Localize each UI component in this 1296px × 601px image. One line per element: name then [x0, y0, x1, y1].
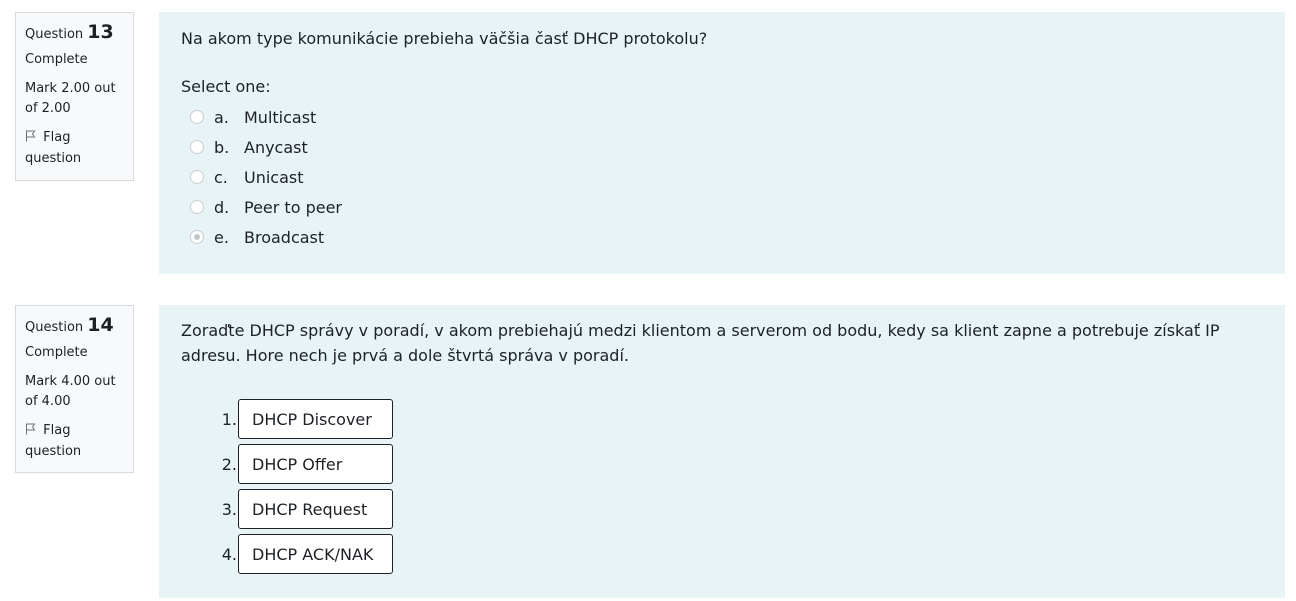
question-text: Zoraďte DHCP správy v poradí, v akom pre…: [181, 321, 1220, 365]
question-label: Question: [25, 27, 84, 42]
question-number: 14: [87, 314, 114, 336]
select-one-prompt: Select one:: [181, 77, 271, 96]
question-content-13: Na akom type komunikácie prebieha väčšia…: [159, 12, 1285, 274]
answer-letter: d.: [214, 197, 230, 217]
ordering-item: 1. DHCP Discover: [219, 398, 1265, 440]
flag-question-link[interactable]: Flag question: [25, 421, 125, 462]
answer-label: Unicast: [244, 167, 304, 187]
draggable-item[interactable]: DHCP Discover: [238, 399, 393, 439]
order-number: 3.: [221, 499, 237, 519]
ordering-item: 2. DHCP Offer: [219, 443, 1265, 485]
order-number: 2.: [221, 454, 237, 474]
question-label: Question: [25, 320, 84, 335]
order-number: 1.: [221, 409, 237, 429]
question-info-14: Question 14 Complete Mark 4.00 out of 4.…: [15, 305, 134, 473]
question-info-13: Question 13 Complete Mark 2.00 out of 2.…: [15, 12, 134, 181]
answer-letter: a.: [214, 107, 229, 127]
answer-option-d[interactable]: d. Peer to peer: [181, 192, 1265, 222]
answer-option-b[interactable]: b. Anycast: [181, 132, 1265, 162]
ordering-list: 1. DHCP Discover 2. DHCP Offer 3. DHCP R…: [181, 398, 1265, 575]
question-state: Complete: [25, 52, 88, 67]
answer-option-a[interactable]: a. Multicast: [181, 102, 1265, 132]
question-number: 13: [87, 21, 114, 43]
radio-button[interactable]: [190, 140, 204, 154]
question-grade: Mark 2.00 out of 2.00: [25, 81, 116, 116]
question-grade: Mark 4.00 out of 4.00: [25, 374, 116, 409]
draggable-item[interactable]: DHCP Offer: [238, 444, 393, 484]
ordering-item: 4. DHCP ACK/NAK: [219, 533, 1265, 575]
answer-label: Broadcast: [244, 227, 325, 247]
answer-option-c[interactable]: c. Unicast: [181, 162, 1265, 192]
question-text: Na akom type komunikácie prebieha väčšia…: [181, 29, 708, 48]
radio-button[interactable]: [190, 200, 204, 214]
answer-letter: e.: [214, 227, 229, 247]
ordering-item: 3. DHCP Request: [219, 488, 1265, 530]
radio-button[interactable]: [190, 170, 204, 184]
question-content-14: Zoraďte DHCP správy v poradí, v akom pre…: [159, 305, 1285, 598]
flag-icon: [25, 422, 39, 442]
answer-list: a. Multicast b. Anycast c. Unicast d. Pe…: [181, 102, 1265, 252]
question-title: Question 14: [25, 314, 125, 339]
answer-label: Anycast: [244, 137, 308, 157]
draggable-item[interactable]: DHCP Request: [238, 489, 393, 529]
answer-label: Peer to peer: [244, 197, 342, 217]
radio-button-selected[interactable]: [190, 230, 204, 244]
radio-button[interactable]: [190, 110, 204, 124]
answer-option-e[interactable]: e. Broadcast: [181, 222, 1265, 252]
answer-letter: c.: [214, 167, 228, 187]
flag-question-link[interactable]: Flag question: [25, 128, 125, 169]
flag-icon: [25, 129, 39, 149]
question-state: Complete: [25, 345, 88, 360]
answer-letter: b.: [214, 137, 230, 157]
answer-label: Multicast: [244, 107, 317, 127]
draggable-item[interactable]: DHCP ACK/NAK: [238, 534, 393, 574]
question-title: Question 13: [25, 21, 125, 46]
order-number: 4.: [221, 544, 237, 564]
